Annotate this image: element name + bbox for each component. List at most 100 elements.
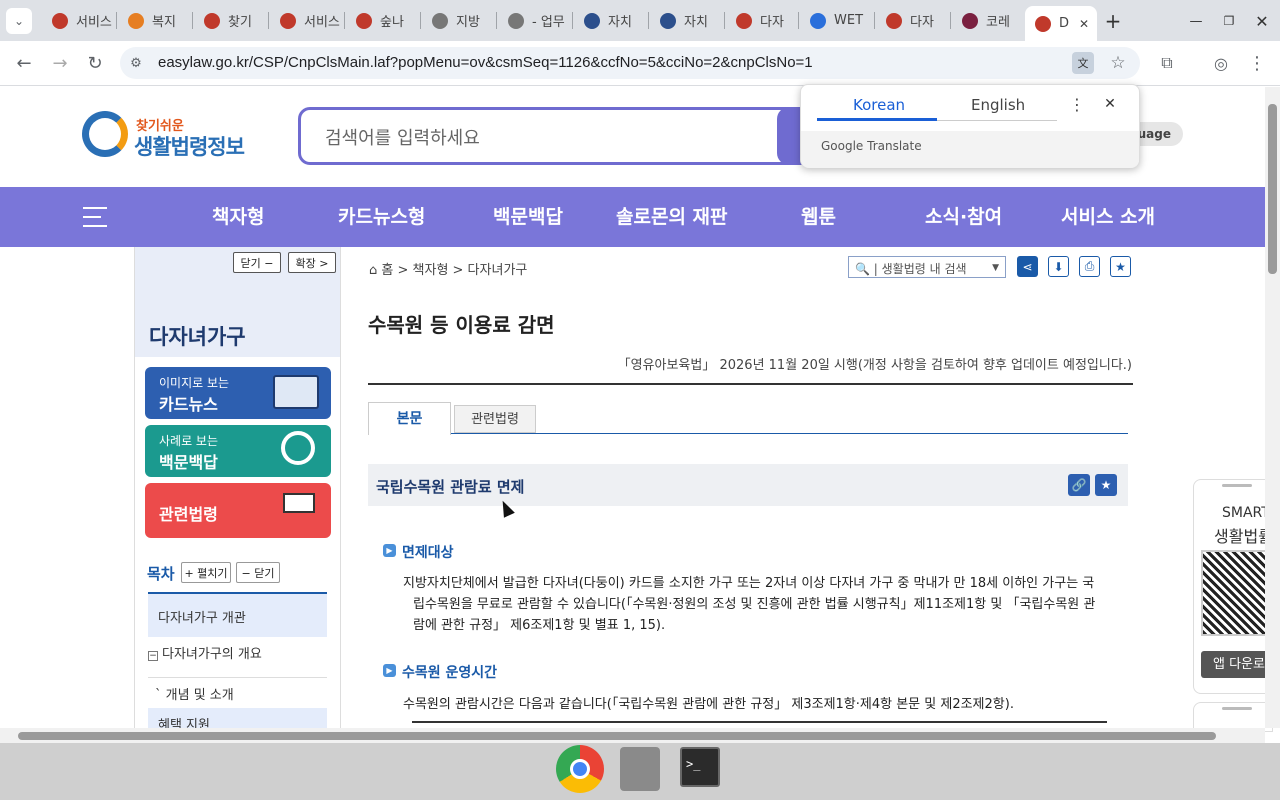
toc-item-benefit[interactable]: 혜택 지원 [148, 708, 327, 728]
hours-paragraph: 수목원의 관람시간은 다음과 같습니다(「국립수목원 관람에 관한 규정」 제3… [403, 697, 1014, 712]
qna-card[interactable]: 사례로 보는 백문백답 [145, 425, 331, 477]
heading-bullet-icon-2: ▶ [383, 664, 396, 677]
chrome-app-icon[interactable] [556, 745, 604, 793]
nav-item-webtoon[interactable]: 웹툰 [801, 187, 836, 247]
breadcrumb: ⌂ 홈 > 책자형 > 다자녀가구 [369, 259, 527, 278]
profile-icon[interactable]: ◎ [1209, 51, 1233, 75]
translate-tab-korean[interactable]: Korean [853, 96, 905, 114]
bookmark-star-icon[interactable]: ☆ [1106, 51, 1130, 75]
nav-item-news[interactable]: 소식·참여 [925, 187, 1002, 247]
site-info-icon[interactable]: ⚙ [126, 53, 146, 73]
horizontal-scroll-thumb[interactable] [18, 732, 1216, 740]
horizontal-scrollbar[interactable] [0, 728, 1265, 743]
print-icon[interactable]: ⎙ [1079, 256, 1100, 277]
browser-tab[interactable]: 자치 [650, 6, 724, 35]
main-content: ⌂ 홈 > 책자형 > 다자녀가구 🔍 | 생활법령 내 검색 ▼ ⋖ ⬇ ⎙ … [341, 247, 1265, 728]
tab-favicon-icon [432, 12, 448, 29]
browser-tab[interactable]: 다자 [876, 6, 950, 35]
smart-title1: SMART [1222, 505, 1270, 521]
browser-tab[interactable]: 자치 [574, 6, 648, 35]
toc-item-concept[interactable]: ˋ 개념 및 소개 [155, 684, 234, 703]
os-taskbar: >_ [0, 743, 1280, 800]
url-text[interactable]: easylaw.go.kr/CSP/CnpClsMain.laf?popMenu… [158, 54, 813, 71]
toc-collapse-button[interactable]: − 닫기 [236, 562, 280, 583]
toc-expand-button[interactable]: + 펼치기 [181, 562, 231, 583]
nav-item-cardnews[interactable]: 카드뉴스형 [338, 187, 425, 247]
home-icon[interactable]: ⌂ [369, 263, 377, 278]
vertical-scrollbar[interactable] [1265, 87, 1280, 728]
tab-related-law[interactable]: 관련법령 [454, 405, 536, 433]
arrow-left-icon: ← [16, 52, 32, 74]
nav-item-book[interactable]: 책자형 [212, 187, 264, 247]
translate-icon[interactable]: 文 [1072, 52, 1094, 74]
favorite-star-icon[interactable]: ★ [1110, 256, 1131, 277]
window-close-button[interactable]: ✕ [1251, 10, 1273, 32]
translate-tab-english[interactable]: English [971, 96, 1025, 114]
hamburger-menu-icon[interactable] [83, 207, 107, 227]
cardnews-card[interactable]: 이미지로 보는 카드뉴스 [145, 367, 331, 419]
browser-tab[interactable]: 서비스 [42, 6, 116, 35]
tab-body[interactable]: 본문 [368, 402, 451, 435]
arrow-right-icon: → [52, 52, 68, 74]
forward-button[interactable]: → [46, 49, 74, 77]
site-search-input[interactable]: 검색어를 입력하세요 [325, 124, 480, 150]
heading-opening-hours: 수목원 운영시간 [402, 665, 498, 681]
tab-search-button[interactable]: ⌄ [6, 8, 32, 34]
terminal-app-icon[interactable]: >_ [680, 747, 720, 787]
law-card[interactable]: 관련법령 [145, 483, 331, 538]
sidebar-close-button[interactable]: 닫기 − [233, 252, 281, 273]
file-manager-app-icon[interactable] [620, 747, 660, 791]
browser-tab[interactable]: 지방 [422, 6, 496, 35]
breadcrumb-text[interactable]: 홈 > 책자형 > 다자녀가구 [381, 263, 527, 278]
qr-code[interactable] [1201, 550, 1273, 636]
bullet-icon: ˋ [155, 688, 162, 703]
share-icon[interactable]: ⋖ [1017, 256, 1038, 277]
tab-label: 숲나 [380, 15, 404, 30]
extensions-icon[interactable]: ⧉ [1155, 51, 1179, 75]
browser-tab[interactable]: - 업무 [498, 6, 572, 35]
section-star-icon[interactable]: ★ [1095, 474, 1117, 496]
tab-close-icon[interactable]: ✕ [1079, 17, 1089, 31]
new-tab-button[interactable]: + [1100, 8, 1126, 34]
app-download-button[interactable]: 앱 다운로 [1201, 651, 1273, 678]
link-icon[interactable]: 🔗 [1068, 474, 1090, 496]
browser-tab[interactable]: 복지 [118, 6, 192, 35]
toc-item-overview[interactable]: 다자녀가구 개관 [148, 592, 327, 637]
translate-options-icon[interactable]: ⋮ [1067, 93, 1087, 115]
tab-label: WET [834, 13, 864, 28]
address-bar[interactable]: ⚙ easylaw.go.kr/CSP/CnpClsMain.laf?popMe… [120, 47, 1140, 79]
sidebar-expand-button[interactable]: 확장 > [288, 252, 336, 273]
qna-small: 사례로 보는 [159, 434, 219, 448]
nav-item-about[interactable]: 서비스 소개 [1061, 187, 1155, 247]
browser-tab[interactable]: 찾기 [194, 6, 268, 35]
back-button[interactable]: ← [10, 49, 38, 77]
browser-tab[interactable]: 서비스 [270, 6, 344, 35]
inner-search-label: 생활법령 내 검색 [881, 262, 967, 276]
minimize-button[interactable]: — [1185, 10, 1207, 32]
inner-search-select[interactable]: 🔍 | 생활법령 내 검색 ▼ [848, 256, 1006, 278]
browser-tab[interactable]: 코레 [952, 6, 1026, 35]
tab-separator [268, 12, 269, 29]
browser-tab[interactable]: 숲나 [346, 6, 420, 35]
translate-close-icon[interactable]: ✕ [1099, 93, 1121, 115]
nav-item-qna[interactable]: 백문백답 [493, 187, 563, 247]
restore-button[interactable]: ❐ [1218, 10, 1240, 32]
site-search-box[interactable]: 검색어를 입력하세요 [298, 107, 821, 165]
vertical-scroll-thumb[interactable] [1268, 104, 1277, 274]
reload-button[interactable]: ↻ [81, 49, 109, 77]
browser-tab[interactable]: 다자 [726, 6, 800, 35]
browser-tab[interactable]: WET [800, 6, 874, 35]
nav-item-solomon[interactable]: 솔로몬의 재판 [616, 187, 728, 247]
logo-bottom-text: 생활법령정보 [134, 135, 245, 159]
tab-favicon-icon [962, 12, 978, 29]
menu-dots-icon[interactable]: ⋮ [1245, 51, 1269, 75]
browser-tab[interactable]: D ✕ [1025, 6, 1097, 41]
tab-label: 다자 [910, 15, 934, 30]
download-icon[interactable]: ⬇ [1048, 256, 1069, 277]
toc-item-intro[interactable]: − 다자녀가구의 개요 [148, 643, 327, 662]
tab-separator [344, 12, 345, 29]
tab-label: 자치 [608, 15, 632, 30]
tab-label: 복지 [152, 15, 176, 30]
toc-item-concept-label: 개념 및 소개 [165, 688, 234, 703]
close-icon: ✕ [1255, 11, 1269, 31]
